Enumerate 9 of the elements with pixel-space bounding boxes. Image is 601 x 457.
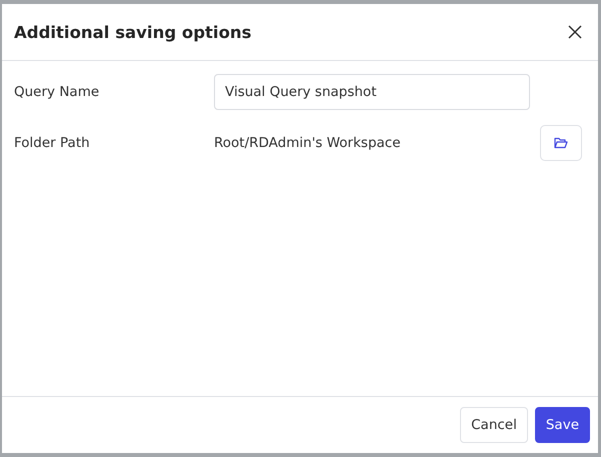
- field-label: Query Name: [14, 84, 100, 100]
- dialog-title: Additional saving options: [14, 22, 252, 42]
- cancel-button[interactable]: Cancel: [460, 407, 528, 443]
- save-button[interactable]: Save: [534, 407, 590, 443]
- field-label: Folder Path: [14, 135, 91, 151]
- browse-folder-button[interactable]: [540, 125, 582, 161]
- folder-path: Root/RDAdmin's Workspace: [214, 135, 402, 151]
- query-name-field[interactable]: Visual Query snapshot: [214, 74, 530, 110]
- folder-icon: [554, 137, 568, 149]
